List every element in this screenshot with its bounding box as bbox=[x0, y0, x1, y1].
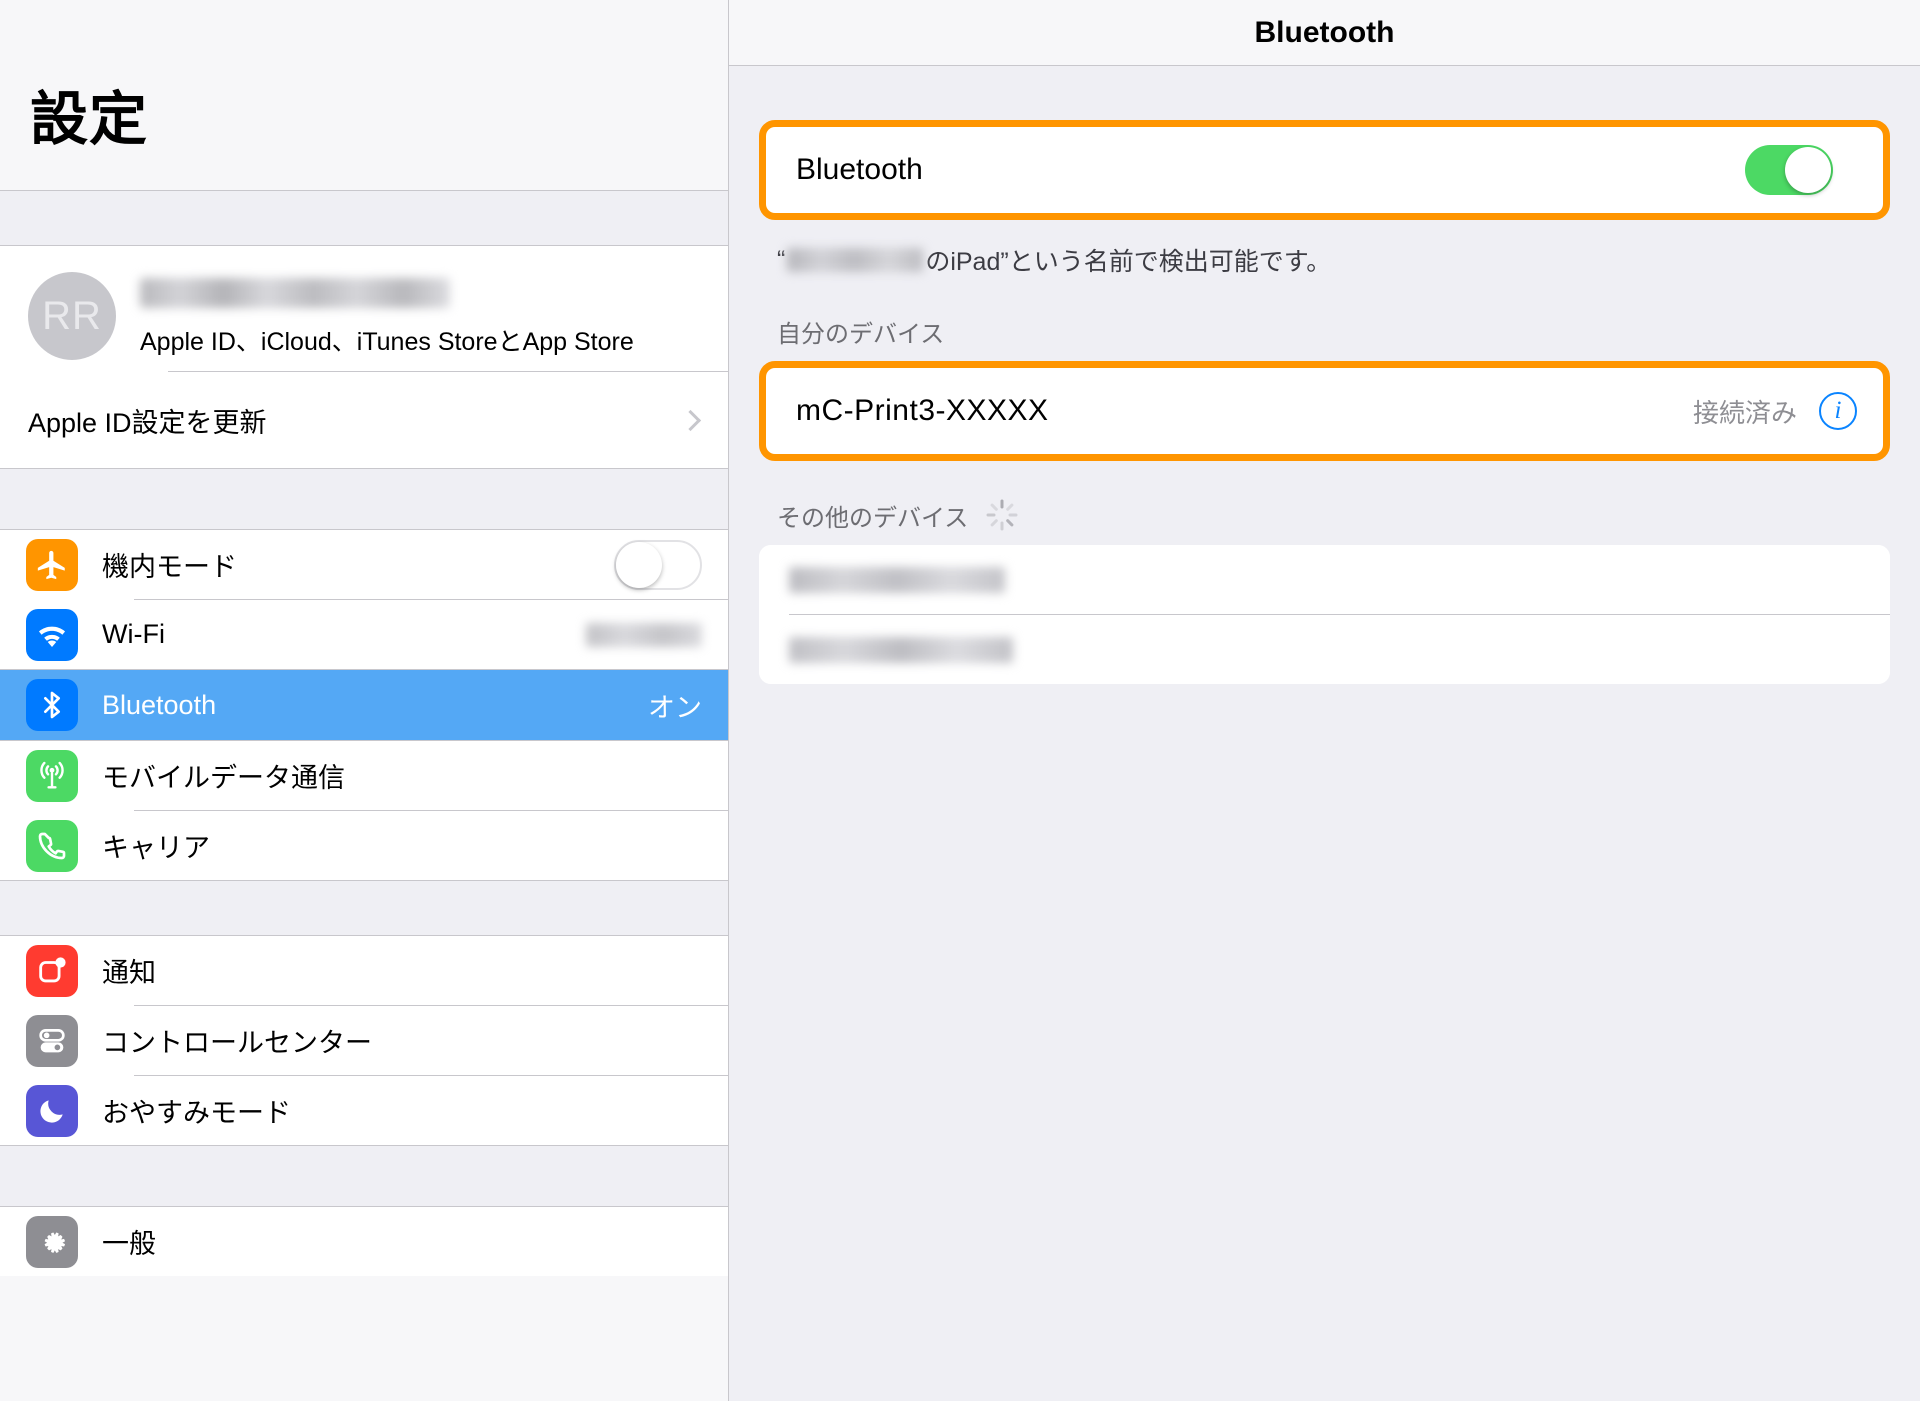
sidebar-item-label: おやすみモード bbox=[102, 1098, 291, 1128]
list-item[interactable] bbox=[759, 545, 1890, 614]
sidebar-item-label: 機内モード bbox=[102, 552, 237, 582]
page-title: 設定 bbox=[30, 87, 149, 152]
sidebar-gap-1 bbox=[0, 468, 728, 530]
my-devices-label: 自分のデバイス bbox=[777, 321, 945, 348]
list-item[interactable] bbox=[759, 615, 1890, 684]
sidebar-title-bar: 設定 bbox=[0, 0, 728, 190]
toggle-knob bbox=[616, 541, 662, 588]
bluetooth-detail-panel: Bluetooth Bluetooth “ のiPad”という名前で検出可能です。… bbox=[729, 0, 1920, 1401]
loading-spinner-icon bbox=[984, 497, 1020, 533]
sidebar-item-label: 通知 bbox=[102, 958, 156, 988]
apple-account-row[interactable]: RR Apple ID、iCloud、iTunes StoreとApp Stor… bbox=[0, 246, 728, 371]
bluetooth-master-toggle[interactable] bbox=[1745, 145, 1833, 195]
cellular-antenna-icon bbox=[26, 749, 78, 802]
info-icon[interactable]: i bbox=[1819, 392, 1857, 430]
gear-icon bbox=[26, 1215, 78, 1268]
control-center-icon bbox=[26, 1014, 78, 1067]
sidebar-item-control-center[interactable]: コントロールセンター bbox=[0, 1006, 728, 1075]
settings-sidebar: 設定 RR Apple ID、iCloud、iTunes StoreとApp S… bbox=[0, 0, 729, 1401]
sidebar-item-notifications[interactable]: 通知 bbox=[0, 936, 728, 1005]
chevron-right-icon bbox=[679, 409, 702, 431]
quote-open: “ bbox=[777, 245, 786, 274]
my-device-highlight: mC-Print3-XXXXX 接続済み i bbox=[759, 361, 1890, 461]
device-row-mc-print3[interactable]: mC-Print3-XXXXX 接続済み i bbox=[766, 368, 1883, 454]
detail-body: Bluetooth “ のiPad”という名前で検出可能です。 自分のデバイス m… bbox=[729, 66, 1920, 684]
sidebar-item-bluetooth[interactable]: Bluetooth オン bbox=[0, 670, 728, 740]
account-name-redacted bbox=[140, 278, 450, 308]
device-name-redacted bbox=[787, 248, 924, 272]
bluetooth-toggle-row[interactable]: Bluetooth bbox=[766, 127, 1883, 213]
airplane-icon bbox=[26, 538, 78, 591]
sidebar-gap-top bbox=[0, 190, 728, 246]
sidebar-item-do-not-disturb[interactable]: おやすみモード bbox=[0, 1076, 728, 1145]
detail-title: Bluetooth bbox=[1254, 15, 1395, 49]
airplane-mode-toggle[interactable] bbox=[614, 539, 702, 590]
moon-icon bbox=[26, 1084, 78, 1137]
sidebar-item-label: モバイルデータ通信 bbox=[102, 763, 345, 793]
account-text: Apple ID、iCloud、iTunes StoreとApp Store bbox=[140, 272, 634, 358]
sidebar-item-cellular-data[interactable]: モバイルデータ通信 bbox=[0, 741, 728, 810]
notification-icon bbox=[26, 944, 78, 997]
sidebar-item-airplane-mode[interactable]: 機内モード bbox=[0, 530, 728, 599]
detail-header: Bluetooth bbox=[729, 0, 1920, 66]
device-name: mC-Print3-XXXXX bbox=[796, 394, 1049, 427]
account-subtitle: Apple ID、iCloud、iTunes StoreとApp Store bbox=[140, 328, 634, 356]
sidebar-item-label: 一般 bbox=[102, 1229, 156, 1259]
spacer-top bbox=[729, 66, 1920, 120]
sidebar-item-general[interactable]: 一般 bbox=[0, 1207, 728, 1276]
sidebar-item-label: キャリア bbox=[102, 833, 210, 863]
bluetooth-toggle-label: Bluetooth bbox=[796, 153, 923, 186]
account-group: RR Apple ID、iCloud、iTunes StoreとApp Stor… bbox=[0, 246, 728, 468]
sidebar-item-carrier[interactable]: キャリア bbox=[0, 811, 728, 880]
notifications-group: 通知 コントロールセンター おやすみモード bbox=[0, 936, 728, 1145]
wifi-network-value-redacted bbox=[586, 622, 702, 647]
discoverable-note: “ のiPad”という名前で検出可能です。 bbox=[729, 220, 1920, 278]
avatar: RR bbox=[28, 272, 116, 360]
other-device-name-redacted bbox=[789, 636, 1013, 663]
connectivity-group: 機内モード Wi-Fi Bluetooth オン モバイルデータ通信 キャリア bbox=[0, 530, 728, 880]
discoverable-suffix: のiPad”という名前で検出可能です。 bbox=[925, 248, 1332, 276]
sidebar-item-label: Apple ID設定を更新 bbox=[28, 407, 267, 438]
bluetooth-toggle-highlight: Bluetooth bbox=[759, 120, 1890, 220]
sidebar-item-label: コントロールセンター bbox=[102, 1028, 372, 1058]
sidebar-item-label: Wi-Fi bbox=[102, 619, 165, 649]
sidebar-gap-2 bbox=[0, 880, 728, 936]
sidebar-item-label: Bluetooth bbox=[102, 689, 217, 720]
other-devices-label-text: その他のデバイス bbox=[777, 504, 969, 532]
ipad-settings-screen: 設定 RR Apple ID、iCloud、iTunes StoreとApp S… bbox=[0, 0, 1920, 1401]
device-status: 接続済み bbox=[1692, 397, 1797, 428]
other-devices-list bbox=[759, 545, 1890, 684]
other-device-name-redacted bbox=[789, 566, 1005, 593]
other-devices-label: その他のデバイス bbox=[729, 461, 1920, 545]
bluetooth-state-value: オン bbox=[648, 692, 702, 723]
bluetooth-icon bbox=[26, 679, 78, 731]
sidebar-item-update-apple-id[interactable]: Apple ID設定を更新 bbox=[0, 372, 728, 468]
sidebar-item-wifi[interactable]: Wi-Fi bbox=[0, 600, 728, 669]
toggle-knob bbox=[1785, 147, 1831, 193]
general-group: 一般 bbox=[0, 1207, 728, 1276]
wifi-icon bbox=[26, 608, 78, 661]
sidebar-gap-3 bbox=[0, 1145, 728, 1207]
phone-icon bbox=[26, 819, 78, 872]
